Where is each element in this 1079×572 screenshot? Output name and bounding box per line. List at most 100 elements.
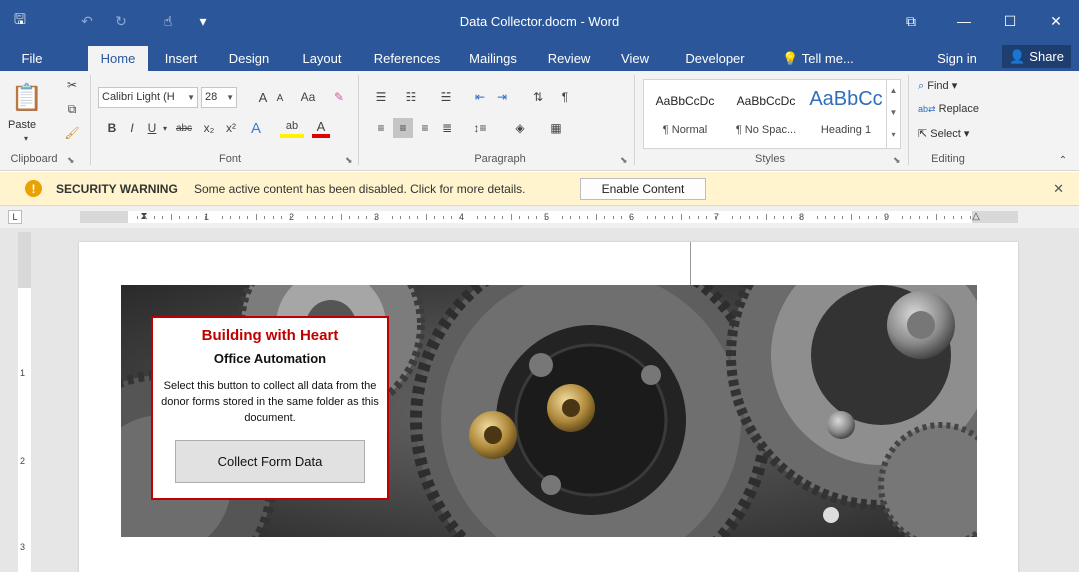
clipboard-launcher-icon[interactable]: ⬊: [67, 155, 75, 166]
borders-icon[interactable]: ▦: [542, 119, 570, 137]
scroll-down-icon[interactable]: ▼: [887, 102, 900, 124]
paragraph-launcher-icon[interactable]: ⬊: [620, 155, 628, 166]
shading-icon[interactable]: ◈: [506, 119, 534, 137]
ruler-tick: [646, 216, 648, 219]
tell-me-search[interactable]: 💡 Tell me...: [770, 46, 866, 71]
superscript-button[interactable]: x²: [222, 119, 240, 137]
ruler-tick: [952, 216, 954, 219]
ruler-tick: [629, 216, 631, 219]
paste-icon[interactable]: 📋: [10, 79, 44, 115]
font-launcher-icon[interactable]: ⬊: [345, 155, 353, 166]
ruler-tick: [145, 216, 146, 219]
increase-indent-icon[interactable]: ⇥: [492, 87, 512, 107]
font-family-combo[interactable]: Calibri Light (H ▼: [98, 87, 198, 108]
align-right-icon[interactable]: ≡: [416, 119, 434, 137]
group-divider: [634, 75, 635, 165]
shrink-font-icon[interactable]: A: [273, 89, 287, 107]
ruler-tick: [536, 216, 537, 219]
font-color-icon[interactable]: A: [312, 118, 330, 138]
ruler-tick: [417, 216, 418, 219]
replace-button[interactable]: ab⇄ Replace: [918, 103, 979, 115]
close-icon[interactable]: ✕: [1053, 181, 1064, 197]
security-warning-bar: ! SECURITY WARNING Some active content h…: [0, 172, 1079, 206]
more-styles-icon[interactable]: ▾: [887, 124, 900, 146]
tab-design[interactable]: Design: [220, 46, 278, 71]
ruler-tick: [697, 216, 699, 219]
change-case-icon[interactable]: Aa: [293, 87, 323, 107]
clear-formatting-icon[interactable]: ✎: [330, 87, 348, 107]
grow-font-icon[interactable]: A: [255, 87, 271, 107]
styles-launcher-icon[interactable]: ⬊: [893, 155, 901, 166]
ruler-tick: [816, 216, 818, 219]
scroll-up-icon[interactable]: ▲: [887, 80, 900, 102]
tab-home[interactable]: Home: [88, 46, 148, 71]
right-indent-marker-icon[interactable]: △: [970, 208, 982, 224]
decrease-indent-icon[interactable]: ⇤: [470, 87, 490, 107]
close-button[interactable]: ✕: [1033, 0, 1079, 42]
document-page[interactable]: Building with Heart Office Automation Se…: [79, 242, 1018, 572]
group-divider: [358, 75, 359, 165]
ruler-tick: [859, 216, 860, 219]
chevron-down-icon[interactable]: ▾: [160, 119, 170, 137]
cursor-icon: ⇱: [918, 128, 928, 140]
tab-references[interactable]: References: [366, 46, 448, 71]
tab-mailings[interactable]: Mailings: [460, 46, 526, 71]
ruler-tick: [255, 214, 257, 220]
paste-button[interactable]: Paste: [8, 119, 36, 131]
numbering-icon[interactable]: ☷: [400, 87, 422, 107]
paste-dropdown-icon[interactable]: ▾: [20, 133, 32, 143]
ruler-tick: [332, 216, 333, 219]
sign-in-link[interactable]: Sign in: [927, 46, 987, 71]
sort-icon[interactable]: ⇅: [528, 87, 548, 107]
share-button[interactable]: 👤 Share: [1002, 45, 1071, 68]
tab-view[interactable]: View: [612, 46, 658, 71]
ruler-tick: [196, 216, 197, 219]
tab-developer[interactable]: Developer: [674, 46, 756, 71]
italic-button[interactable]: I: [124, 119, 140, 137]
collect-form-data-button[interactable]: Collect Form Data: [175, 440, 365, 483]
indent-marker-icon[interactable]: ⧗: [138, 208, 150, 224]
font-size-combo[interactable]: 28 ▼: [201, 87, 237, 108]
ruler-tick: [306, 216, 308, 219]
format-painter-icon[interactable]: 🖌: [64, 125, 80, 141]
underline-button[interactable]: U: [144, 119, 160, 137]
show-formatting-marks-icon[interactable]: ¶: [556, 87, 574, 107]
copy-icon[interactable]: ⧉: [64, 101, 80, 117]
highlight-color-icon[interactable]: ab: [280, 118, 304, 138]
multilevel-list-icon[interactable]: ☱: [432, 87, 460, 107]
ribbon-display-options-icon[interactable]: ⧉: [881, 0, 941, 42]
ruler-tick: [714, 216, 716, 219]
justify-icon[interactable]: ≣: [438, 119, 456, 137]
tab-selector[interactable]: L: [8, 210, 22, 224]
ruler-tick: [791, 216, 792, 219]
bold-button[interactable]: B: [104, 119, 120, 137]
maximize-button[interactable]: ☐: [987, 0, 1033, 42]
select-button[interactable]: ⇱ Select ▾: [918, 127, 969, 140]
vertical-ruler[interactable]: 1 2 3: [18, 232, 31, 572]
line-spacing-icon[interactable]: ↕≡: [466, 119, 494, 137]
align-center-icon[interactable]: ≡: [393, 118, 413, 138]
collapse-ribbon-icon[interactable]: ⌃: [1056, 153, 1070, 167]
strikethrough-button[interactable]: abc: [172, 119, 196, 137]
cut-icon[interactable]: ✂: [64, 77, 80, 93]
minimize-button[interactable]: —: [941, 0, 987, 42]
style-no-spacing[interactable]: AaBbCcDc ¶ No Spac...: [726, 80, 806, 148]
find-button[interactable]: ⌕ Find ▾: [918, 79, 957, 93]
tab-insert[interactable]: Insert: [155, 46, 207, 71]
ruler-tick: [799, 216, 801, 219]
tab-layout[interactable]: Layout: [292, 46, 352, 71]
ruler-tick: [179, 216, 180, 219]
align-left-icon[interactable]: ≡: [372, 119, 390, 137]
bullets-icon[interactable]: ☰: [370, 87, 392, 107]
enable-content-button[interactable]: Enable Content: [580, 178, 706, 200]
horizontal-ruler[interactable]: 1 2 3 4 5 6 7 8 9 ⧗ △: [80, 211, 1018, 223]
subscript-button[interactable]: x₂: [200, 119, 218, 137]
automation-card: Building with Heart Office Automation Se…: [151, 316, 389, 500]
style-normal[interactable]: AaBbCcDc ¶ Normal: [644, 80, 726, 148]
text-cursor: [690, 242, 691, 286]
tab-review[interactable]: Review: [538, 46, 600, 71]
tab-file[interactable]: File: [8, 46, 56, 71]
style-heading-1[interactable]: AaBbCc Heading 1: [806, 80, 886, 148]
text-effects-icon[interactable]: A: [246, 118, 266, 138]
security-warning-message[interactable]: Some active content has been disabled. C…: [194, 182, 526, 196]
